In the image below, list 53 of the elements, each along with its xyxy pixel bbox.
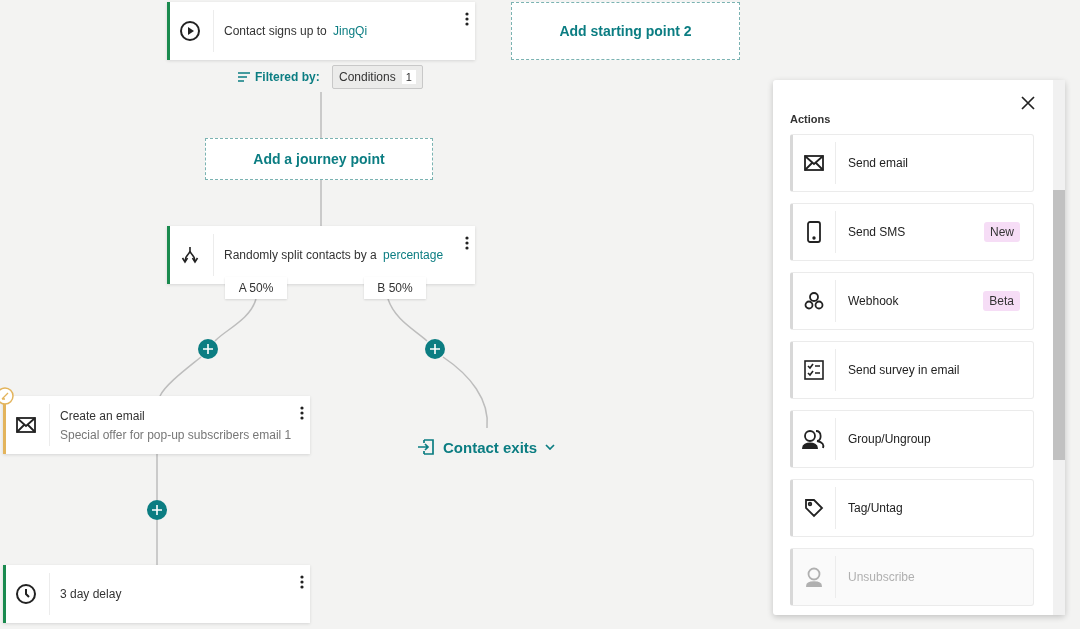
node-text: Randomly split contacts by a percentage xyxy=(224,248,444,262)
close-icon[interactable] xyxy=(1021,96,1035,110)
add-journey-point-button[interactable]: Add a journey point xyxy=(205,138,433,180)
percentage-link[interactable]: percentage xyxy=(383,248,444,262)
node-subtitle: Special offer for pop-up subscribers email 1 xyxy=(60,427,292,442)
add-starting-point-button[interactable]: Add starting point 2 xyxy=(511,2,740,60)
phone-icon xyxy=(807,221,821,243)
more-icon[interactable] xyxy=(300,575,304,589)
chevron-down-icon xyxy=(545,444,556,450)
node-title: 3 day delay xyxy=(60,587,122,601)
delay-node[interactable]: 3 day delay xyxy=(3,565,310,623)
connector-line xyxy=(320,91,322,139)
scrollbar[interactable] xyxy=(1053,80,1065,615)
action-item[interactable]: Webhook Beta xyxy=(790,272,1034,330)
branch-label: B 50% xyxy=(364,277,426,299)
add-step-button[interactable] xyxy=(198,339,218,359)
split-arrows-icon xyxy=(180,245,200,265)
add-step-button[interactable] xyxy=(425,339,445,359)
action-item[interactable]: Send survey in email xyxy=(790,341,1034,399)
node-text: Contact signs up to JingQi xyxy=(224,24,368,38)
split-node[interactable]: Randomly split contacts by a percentage xyxy=(167,226,475,284)
connector-line xyxy=(320,179,322,227)
add-step-button[interactable] xyxy=(147,500,167,520)
branch-label: A 50% xyxy=(225,277,287,299)
feature-badge: Beta xyxy=(983,291,1020,311)
filter-label: Filtered by: xyxy=(255,70,320,84)
tag-icon xyxy=(804,498,824,518)
person-icon xyxy=(805,567,823,587)
action-item[interactable]: Send SMS New xyxy=(790,203,1034,261)
email-node[interactable]: Create an email Special offer for pop-up subscribers email 1 xyxy=(3,396,310,454)
panel-heading: Actions xyxy=(790,113,832,125)
conditions-button[interactable]: Conditions 1 xyxy=(332,65,423,89)
trigger-node[interactable]: Contact signs up to JingQi xyxy=(167,2,475,60)
condition-count: 1 xyxy=(401,70,416,84)
more-icon[interactable] xyxy=(300,406,304,420)
people-icon xyxy=(802,429,826,449)
action-item[interactable]: Group/Ungroup xyxy=(790,410,1034,468)
checklist-icon xyxy=(804,360,824,380)
webhook-icon xyxy=(804,291,824,311)
action-item[interactable]: Tag/Untag xyxy=(790,479,1034,537)
list-link[interactable]: JingQi xyxy=(333,24,368,38)
exit-icon xyxy=(417,438,435,456)
play-icon xyxy=(179,20,201,42)
more-icon[interactable] xyxy=(465,236,469,250)
envelope-icon xyxy=(16,417,36,433)
clock-icon xyxy=(15,583,37,605)
feature-badge: New xyxy=(984,222,1020,242)
contact-exits-button[interactable]: Contact exits xyxy=(415,436,558,458)
filter-icon xyxy=(238,72,250,82)
more-icon[interactable] xyxy=(465,12,469,26)
action-item[interactable]: Send email xyxy=(790,134,1034,192)
node-title: Create an email xyxy=(60,408,146,423)
envelope-icon xyxy=(804,155,824,171)
